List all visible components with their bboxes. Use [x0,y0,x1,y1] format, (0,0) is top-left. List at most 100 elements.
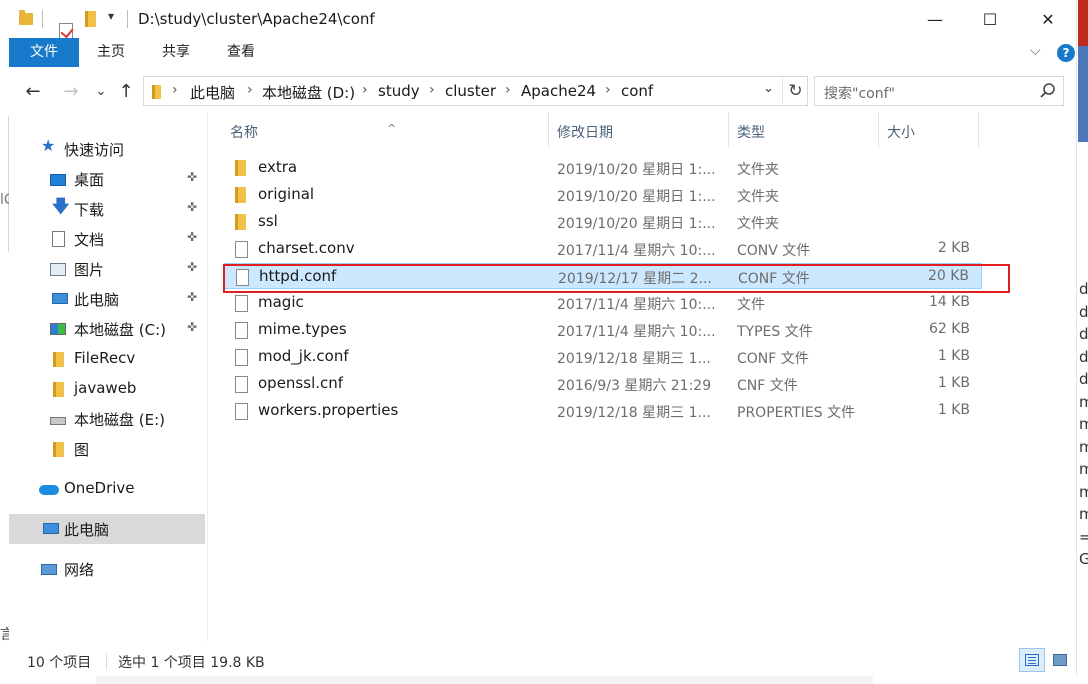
recent-locations-button[interactable]: ⌄ [89,78,113,104]
breadcrumb-study[interactable]: study [378,82,420,100]
nav-item-this-pc-pinned[interactable]: 此电脑 ✜ [9,284,205,314]
refresh-button[interactable]: ↻ [782,78,808,104]
breadcrumb-separator[interactable]: › [247,82,253,98]
pin-icon[interactable]: ✜ [187,170,197,184]
pane-divider[interactable] [207,112,208,642]
breadcrumb-conf[interactable]: conf [621,82,653,100]
column-divider[interactable] [978,112,979,148]
file-type: 文件夹 [737,162,779,178]
window-title: D:\study\cluster\Apache24\conf [138,10,375,28]
sort-ascending-icon: ^ [387,122,397,135]
file-row[interactable]: mime.types 2017/11/4 星期六 10:... TYPES 文件 62… [224,317,982,343]
background-glyph: m [1079,437,1088,456]
forward-button[interactable]: → [59,78,83,104]
breadcrumb-drive-d[interactable]: 本地磁盘 (D:) [262,82,355,103]
background-window-left-border [0,116,9,252]
nav-item-label: 下载 [74,201,105,219]
breadcrumb-this-pc[interactable]: 此电脑 [190,82,235,103]
pin-icon[interactable]: ✜ [187,200,197,214]
file-type: CONF 文件 [737,351,809,367]
file-row[interactable]: ssl 2019/10/20 星期日 1:... 文件夹 [224,209,982,235]
properties-quick-icon[interactable] [59,23,73,39]
maximize-button[interactable]: ☐ [967,0,1013,38]
up-button[interactable]: ↑ [114,78,138,104]
breadcrumb-cluster[interactable]: cluster [445,82,496,100]
file-type: 文件夹 [737,189,779,205]
file-date: 2017/11/4 星期六 10:... [557,324,716,340]
minimize-button[interactable]: — [912,0,958,38]
nav-item-label: 文档 [74,231,105,249]
status-bar: 10 个项目 选中 1 个项目 19.8 KB [9,646,1076,676]
nav-item-desktop[interactable]: 桌面 ✜ [9,164,205,194]
background-glyph: m [1079,460,1088,478]
nav-item-quick-access[interactable]: ★ 快速访问 [9,134,205,164]
column-header-size[interactable]: 大小 [879,112,979,148]
background-window-right-blue [1078,46,1088,142]
file-row[interactable]: extra 2019/10/20 星期日 1:... 文件夹 [224,155,982,181]
file-name: original [258,185,315,203]
search-placeholder: 搜索"conf" [824,86,895,102]
pin-icon[interactable]: ✜ [187,290,197,304]
nav-item-onedrive[interactable]: OneDrive [9,474,205,504]
file-type: PROPERTIES 文件 [737,405,856,421]
navigation-bar: ← → ⌄ ↑ › 此电脑 › 本地磁盘 (D:) › study › clus… [9,74,1076,108]
large-icons-view-button[interactable] [1047,648,1073,672]
column-header-type[interactable]: 类型 [729,112,879,148]
search-box[interactable]: 搜索"conf" [814,76,1064,106]
nav-item-network[interactable]: 网络 [9,554,205,584]
pin-icon[interactable]: ✜ [187,260,197,274]
pin-icon[interactable]: ✜ [187,320,197,334]
cloud-icon [39,485,59,495]
breadcrumb-separator[interactable]: › [605,82,611,98]
breadcrumb-separator[interactable]: › [429,82,435,98]
tab-share[interactable]: 共享 [153,38,199,67]
background-glyph: m [1079,415,1088,433]
help-icon[interactable]: ? [1057,44,1075,62]
nav-item-drive-e[interactable]: 本地磁盘 (E:) [9,404,205,434]
breadcrumb-separator[interactable]: › [505,82,511,98]
new-folder-quick-icon[interactable] [85,11,96,27]
nav-item-filerecv[interactable]: FileRecv [9,344,205,374]
background-glyph: m [1079,392,1088,411]
breadcrumb-apache24[interactable]: Apache24 [521,82,596,100]
address-bar[interactable]: › 此电脑 › 本地磁盘 (D:) › study › cluster › Ap… [143,76,808,106]
column-header-date[interactable]: 修改日期 [549,112,729,148]
nav-item-javaweb[interactable]: javaweb [9,374,205,404]
address-dropdown-icon[interactable]: ⌄ [763,81,774,96]
breadcrumb-separator[interactable]: › [172,82,178,98]
tab-view[interactable]: 查看 [218,38,264,67]
tab-home[interactable]: 主页 [88,38,134,67]
file-name: openssl.cnf [258,374,344,392]
nav-item-pictures[interactable]: 图片 ✜ [9,254,205,284]
file-row[interactable]: workers.properties 2019/12/18 星期三 1... PRO… [224,398,982,424]
file-row[interactable]: original 2019/10/20 星期日 1:... 文件夹 [224,182,982,208]
nav-item-tu[interactable]: 图 [9,434,205,464]
pin-icon[interactable]: ✜ [187,230,197,244]
breadcrumb-separator[interactable]: › [362,82,368,98]
details-view-icon [1025,654,1039,666]
file-date: 2019/10/20 星期日 1:... [557,162,716,178]
background-glyph: m [1079,482,1088,501]
nav-item-this-pc[interactable]: 此电脑 [9,514,205,544]
file-row[interactable]: mod_jk.conf 2019/12/18 星期三 1... CONF 文件 1 K… [224,344,982,370]
file-row[interactable]: charset.conv 2017/11/4 星期六 10:... CONV 文件 2… [224,236,982,262]
nav-item-drive-c[interactable]: 本地磁盘 (C:) ✜ [9,314,205,344]
details-view-button[interactable] [1019,648,1045,672]
column-header-name[interactable]: 名称 ^ [217,112,552,148]
file-list: 名称 ^ 修改日期 类型 大小 extra 2019/10/20 星期日 1:..… [217,112,1077,642]
close-button[interactable]: ✕ [1025,0,1071,38]
file-row[interactable]: openssl.cnf 2016/9/3 星期六 21:29 CNF 文件 1 KB [224,371,982,397]
column-label: 修改日期 [557,125,613,141]
file-row[interactable]: magic 2017/11/4 星期六 10:... 文件 14 KB [224,290,982,316]
column-label: 大小 [887,125,915,141]
search-icon[interactable] [1039,82,1057,100]
quick-access-dropdown-icon[interactable]: ▾ [108,9,114,23]
back-button[interactable]: ← [21,78,45,104]
nav-item-downloads[interactable]: 🡇 下载 ✜ [9,194,205,224]
tab-file[interactable]: 文件 [9,38,79,67]
ribbon-collapse-icon[interactable]: ⌵ [1030,43,1041,59]
folder-icon [53,442,64,457]
file-name: magic [258,293,304,311]
nav-item-documents[interactable]: 文档 ✜ [9,224,205,254]
explorer-folder-icon [19,10,33,25]
